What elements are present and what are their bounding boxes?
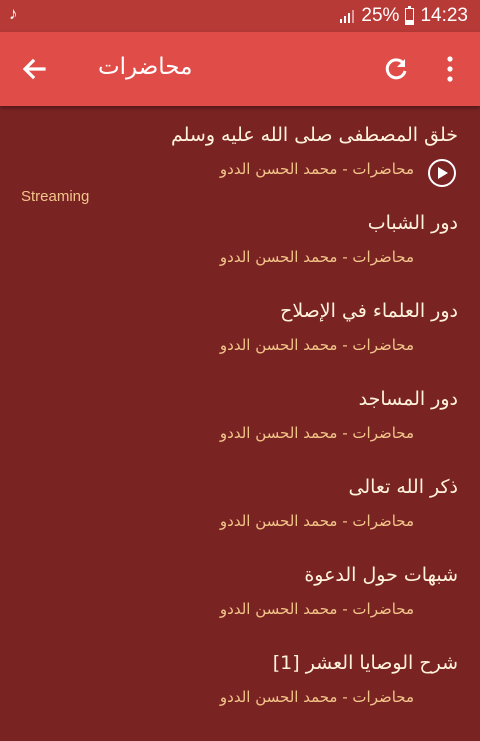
streaming-label: Streaming	[21, 188, 90, 205]
item-title: شبهات حول الدعوة	[304, 564, 458, 586]
list-item[interactable]: شبهات حول الدعوة محاضرات - محمد الحسن ال…	[0, 558, 480, 646]
battery-percent: 25%	[361, 5, 400, 26]
item-title: دور العلماء في الإصلاح	[280, 300, 458, 322]
item-title: دور المساجد	[358, 388, 458, 410]
status-right: 25% 14:23	[339, 5, 468, 27]
signal-icon	[339, 8, 355, 24]
item-subtitle: محاضرات - محمد الحسن الددو	[219, 424, 414, 442]
item-subtitle: محاضرات - محمد الحسن الددو	[219, 336, 414, 354]
page-title: محاضرات	[98, 54, 193, 80]
item-subtitle: محاضرات - محمد الحسن الددو	[219, 600, 414, 618]
item-title: دور الشباب	[367, 212, 458, 234]
item-title: خلق المصطفى صلى الله عليه وسلم	[170, 124, 458, 146]
app-bar: محاضرات	[0, 32, 480, 106]
battery-fill	[406, 19, 414, 24]
play-icon[interactable]	[428, 159, 456, 187]
battery-icon	[405, 5, 415, 25]
list-item[interactable]: دور المساجد محاضرات - محمد الحسن الددو	[0, 382, 480, 470]
music-note-icon: ♪	[9, 4, 18, 23]
item-subtitle: محاضرات - محمد الحسن الددو	[219, 688, 414, 706]
list-item[interactable]: دور العلماء في الإصلاح محاضرات - محمد ال…	[0, 294, 480, 382]
list-item[interactable]: شرح الوصايا العشر [1] محاضرات - محمد الح…	[0, 646, 480, 734]
refresh-icon[interactable]	[381, 54, 411, 84]
item-title: ذكر الله تعالى	[348, 476, 458, 498]
back-arrow-icon[interactable]	[18, 53, 50, 85]
item-subtitle: محاضرات - محمد الحسن الددو	[219, 160, 414, 178]
item-subtitle: محاضرات - محمد الحسن الددو	[219, 248, 414, 266]
list-item[interactable]: دور الشباب محاضرات - محمد الحسن الددو	[0, 206, 480, 294]
list-item[interactable]: خلق المصطفى صلى الله عليه وسلم محاضرات -…	[0, 118, 480, 206]
more-vert-icon[interactable]	[442, 54, 458, 84]
clock: 14:23	[420, 5, 468, 26]
item-subtitle: محاضرات - محمد الحسن الددو	[219, 512, 414, 530]
status-bar: ♪ 25% 14:23	[0, 0, 480, 32]
list-item[interactable]: ذكر الله تعالى محاضرات - محمد الحسن الدد…	[0, 470, 480, 558]
item-title: شرح الوصايا العشر [1]	[272, 652, 458, 674]
